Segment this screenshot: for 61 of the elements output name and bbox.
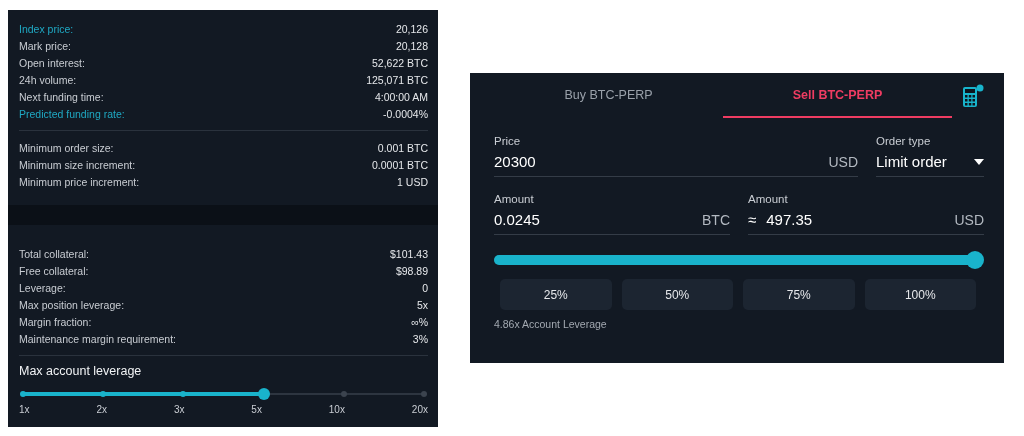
caret-icon <box>974 158 984 165</box>
info-value: 4:00:00 AM <box>374 90 428 103</box>
info-value: 0.001 BTC <box>377 141 428 154</box>
account-value: $98.89 <box>395 264 428 277</box>
info-label: Open interest: <box>19 56 85 69</box>
account-value: $101.43 <box>390 247 428 260</box>
info-value: 1 USD <box>397 175 428 188</box>
slider-stop[interactable] <box>20 391 26 397</box>
info-value: 52,622 BTC <box>371 56 428 69</box>
field-label: Order type <box>876 135 932 147</box>
field-label: Price <box>494 135 522 147</box>
account-leverage-note: 4.86x Account Leverage <box>494 318 608 330</box>
account-value: 0 <box>422 281 428 294</box>
info-label: Predicted funding rate: <box>19 107 125 120</box>
account-label: Leverage: <box>19 281 66 294</box>
leverage-stop-label[interactable]: 5x <box>251 404 262 415</box>
info-label: Minimum size increment: <box>19 158 136 171</box>
order-tab[interactable]: Buy BTC-PERP <box>494 74 723 118</box>
amount-slider[interactable] <box>494 251 984 269</box>
order-tab[interactable]: Sell BTC-PERP <box>723 74 952 118</box>
leverage-stop-label[interactable]: 2x <box>96 404 107 415</box>
percent-button[interactable]: 25% <box>500 279 612 310</box>
info-value: -0.0004% <box>383 107 428 120</box>
price-field[interactable]: 20300 USD <box>494 153 858 177</box>
order-type-dropdown[interactable]: Limit order <box>876 153 984 177</box>
leverage-stop-label[interactable]: 3x <box>173 404 185 415</box>
account-label: Margin fraction: <box>19 315 92 328</box>
calculator-icon[interactable] <box>962 84 984 108</box>
info-label: Index price: <box>19 22 74 35</box>
info-value: 0.0001 BTC <box>371 158 428 171</box>
field-label: Amount <box>748 193 789 205</box>
account-label: Total collateral: <box>19 247 90 260</box>
field-label: Amount <box>494 193 535 205</box>
slider-stop[interactable] <box>421 391 427 397</box>
info-value: 20,126 <box>395 22 428 35</box>
slider-thumb[interactable] <box>257 388 270 400</box>
percent-button[interactable]: 75% <box>743 279 855 310</box>
info-label: Minimum price increment: <box>19 175 140 188</box>
amount-field[interactable]: ≈ 497.35 USD <box>748 211 984 235</box>
info-value: 125,071 BTC <box>366 73 428 86</box>
leverage-slider[interactable] <box>23 388 424 400</box>
info-label: Mark price: <box>19 39 71 52</box>
account-label: Maintenance margin requirement: <box>19 332 176 345</box>
account-value: 5x <box>416 298 428 311</box>
info-label: 24h volume: <box>19 73 77 86</box>
leverage-stop-label[interactable]: 1x <box>19 404 30 415</box>
leverage-stop-label[interactable]: 10x <box>328 404 345 415</box>
percent-button[interactable]: 50% <box>621 279 733 310</box>
account-value: ∞% <box>411 315 428 328</box>
info-label: Minimum order size: <box>19 141 114 154</box>
info-label: Next funding time: <box>19 90 104 103</box>
amount-field[interactable]: 0.0245 BTC <box>494 211 730 235</box>
leverage-title: Max account leverage <box>19 364 143 378</box>
slider-stop[interactable] <box>340 391 347 397</box>
slider-thumb[interactable] <box>966 251 984 269</box>
account-value: 3% <box>412 332 428 345</box>
leverage-stop-label[interactable]: 20x <box>411 404 428 415</box>
account-label: Free collateral: <box>19 264 89 277</box>
info-value: 20,128 <box>395 39 428 52</box>
percent-button[interactable]: 100% <box>864 279 976 310</box>
account-label: Max position leverage: <box>19 298 125 311</box>
